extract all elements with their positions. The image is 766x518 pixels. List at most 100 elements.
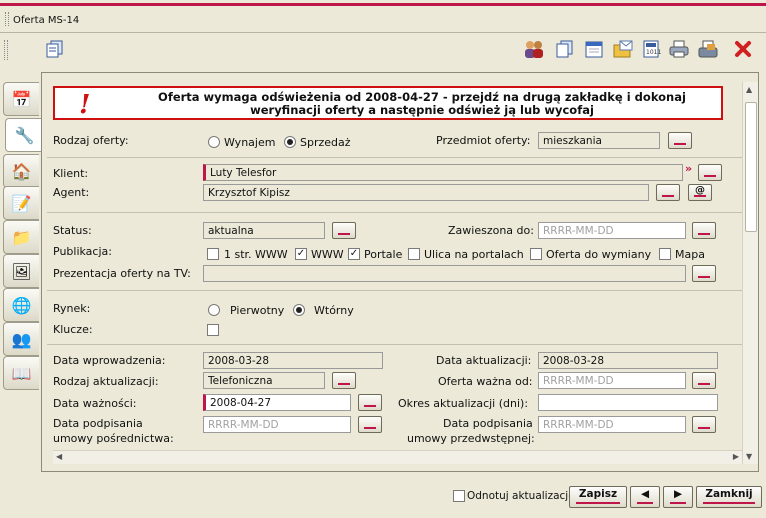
scroll-up-icon[interactable]: ▲ <box>746 85 752 94</box>
save-button[interactable]: Zapisz <box>569 486 627 508</box>
agent-button[interactable] <box>656 184 680 201</box>
klient-button[interactable] <box>698 164 722 181</box>
radio-sprzedaz[interactable] <box>284 136 296 148</box>
double-chevron-icon[interactable]: » <box>685 162 692 175</box>
podpisania-przedw-field[interactable]: RRRR-MM-DD <box>538 416 686 433</box>
next-button[interactable]: ▶ <box>663 486 693 508</box>
tab-house[interactable]: 🏠 <box>3 154 39 188</box>
podpisania-przedw-button[interactable] <box>692 416 716 433</box>
odnotuj-checkbox[interactable] <box>453 490 465 502</box>
pub-label-1str: 1 str. WWW <box>224 248 288 261</box>
rynek-label: Rynek: <box>53 302 91 315</box>
data-waznosci-button[interactable] <box>358 394 382 411</box>
radio-wtorny[interactable] <box>293 304 305 316</box>
prezentacja-button[interactable] <box>692 265 716 282</box>
vertical-scrollbar[interactable]: ▲ ▼ <box>742 82 758 464</box>
status-field[interactable]: aktualna <box>203 222 325 239</box>
folder-mail-icon[interactable] <box>612 38 634 60</box>
podpisania-przedw-label-2: umowy przedwstępnej: <box>407 432 535 445</box>
pub-label-wymiana: Oferta do wymiany <box>546 248 652 261</box>
podpisania-posr-field[interactable]: RRRR-MM-DD <box>203 416 351 433</box>
tab-tools[interactable]: 🔧 <box>5 118 43 152</box>
publikacja-label: Publikacja: <box>53 245 112 258</box>
oferta-wazna-label: Oferta ważna od: <box>438 375 533 388</box>
pub-checkbox-portale[interactable]: ✓ <box>348 248 360 260</box>
toolbar-grip[interactable] <box>4 40 8 60</box>
svg-text:1011: 1011 <box>646 49 661 56</box>
arrow-right-icon: ▶ <box>673 488 683 500</box>
scroll-thumb[interactable] <box>745 102 757 232</box>
radio-pierwotny[interactable] <box>208 304 220 316</box>
window-title: Oferta MS-14 <box>13 15 80 26</box>
prezentacja-label: Prezentacja oferty na TV: <box>53 267 191 280</box>
pub-checkbox-mapa[interactable] <box>659 248 671 260</box>
okres-aktualizacji-field[interactable] <box>538 394 718 411</box>
oferta-wazna-button[interactable] <box>692 372 716 389</box>
klucze-label: Klucze: <box>53 323 93 336</box>
fax-icon[interactable] <box>697 38 719 60</box>
documents-icon[interactable] <box>553 38 575 60</box>
data-aktualizacji-label: Data aktualizacji: <box>436 354 532 367</box>
tab-folder[interactable]: 📁 <box>3 220 39 254</box>
status-label: Status: <box>53 224 92 237</box>
pub-checkbox-www[interactable]: ✓ <box>295 248 307 260</box>
divider <box>47 290 742 291</box>
radio-wynajem-label: Wynajem <box>224 136 276 149</box>
oferta-wazna-field[interactable]: RRRR-MM-DD <box>538 372 686 389</box>
globe-icon: 🌐 <box>11 295 32 315</box>
data-aktualizacji-field[interactable]: 2008-03-28 <box>538 352 718 369</box>
data-waznosci-field[interactable]: 2008-04-27 <box>203 394 351 411</box>
users-icon: 👥 <box>11 329 32 349</box>
radio-pierwotny-label: Pierwotny <box>230 304 285 317</box>
przedmiot-button[interactable] <box>668 132 692 149</box>
radio-wynajem[interactable] <box>208 136 220 148</box>
przedmiot-field[interactable]: mieszkania <box>538 132 660 149</box>
pub-checkbox-ulica[interactable] <box>408 248 420 260</box>
previous-button[interactable]: ◀ <box>630 486 660 508</box>
rodzaj-aktualizacji-label: Rodzaj aktualizacji: <box>53 375 159 388</box>
tab-globe[interactable]: 🌐 <box>3 288 39 322</box>
tab-calendar[interactable]: 📅 <box>3 82 39 116</box>
rodzaj-aktualizacji-button[interactable] <box>332 372 356 389</box>
odnotuj-label: Odnotuj aktualizacje <box>467 490 575 502</box>
pub-checkbox-wymiana[interactable] <box>530 248 542 260</box>
calculator-icon[interactable]: 1011 <box>640 38 662 60</box>
calendar-icon[interactable] <box>583 38 605 60</box>
radio-sprzedaz-label: Sprzedaż <box>300 136 351 149</box>
users-icon[interactable] <box>523 38 545 60</box>
pub-label-mapa: Mapa <box>675 248 705 261</box>
printer-icon[interactable] <box>668 38 690 60</box>
title-grip[interactable] <box>5 12 9 26</box>
copy-document-icon[interactable] <box>44 38 66 60</box>
data-wprowadzenia-field[interactable]: 2008-03-28 <box>203 352 383 369</box>
prezentacja-field[interactable] <box>203 265 686 282</box>
agent-email-button[interactable]: @ <box>688 184 712 201</box>
warning-box: ! Oferta wymaga odświeżenia od 2008-04-2… <box>53 86 723 120</box>
zawieszona-field[interactable]: RRRR-MM-DD <box>538 222 686 239</box>
klient-field[interactable]: Luty Telesfor <box>203 164 683 181</box>
radio-wtorny-label: Wtórny <box>314 304 354 317</box>
klucze-checkbox[interactable] <box>207 324 219 336</box>
title-accent-line <box>0 3 766 6</box>
close-button[interactable]: Zamknij <box>696 486 762 508</box>
przedmiot-label: Przedmiot oferty: <box>436 134 531 147</box>
toolbar: 1011 <box>0 33 766 70</box>
horizontal-scrollbar[interactable]: ◀ ▶ <box>53 450 742 464</box>
tab-users[interactable]: 👥 <box>3 322 39 356</box>
book-icon: 📖 <box>11 363 32 383</box>
scroll-left-icon[interactable]: ◀ <box>56 452 62 461</box>
scroll-down-icon[interactable]: ▼ <box>746 452 752 461</box>
tab-notes[interactable]: 📝 <box>3 186 39 220</box>
zawieszona-button[interactable] <box>692 222 716 239</box>
status-button[interactable] <box>332 222 356 239</box>
divider <box>47 344 742 345</box>
picture-icon: 🖼 <box>11 261 32 281</box>
tab-book[interactable]: 📖 <box>3 356 39 390</box>
agent-field[interactable]: Krzysztof Kipisz <box>203 184 649 201</box>
close-icon[interactable] <box>732 38 754 60</box>
scroll-right-icon[interactable]: ▶ <box>733 452 739 461</box>
podpisania-posr-button[interactable] <box>358 416 382 433</box>
tab-picture[interactable]: 🖼 <box>3 254 39 288</box>
rodzaj-aktualizacji-field[interactable]: Telefoniczna <box>203 372 325 389</box>
pub-checkbox-1str[interactable] <box>207 248 219 260</box>
